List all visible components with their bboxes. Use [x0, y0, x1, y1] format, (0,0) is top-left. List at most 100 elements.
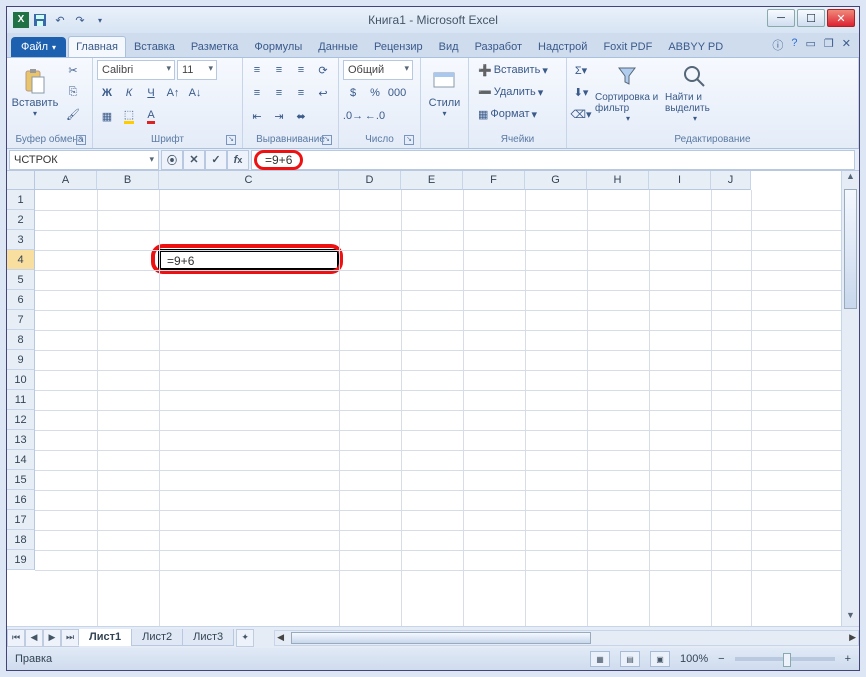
new-sheet-icon[interactable]: ✦: [236, 629, 254, 647]
tab-вставка[interactable]: Вставка: [126, 36, 183, 57]
horizontal-scrollbar[interactable]: ◀ ▶: [274, 630, 859, 646]
italic-icon[interactable]: К: [119, 83, 139, 103]
shrink-font-icon[interactable]: A↓: [185, 83, 205, 103]
sheet-tab[interactable]: Лист1: [78, 629, 132, 646]
mdi-close-icon[interactable]: ✕: [842, 37, 851, 53]
normal-view-icon[interactable]: ▦: [590, 651, 610, 667]
insert-cells-button[interactable]: ➕ Вставить ▾: [473, 60, 553, 80]
row-header[interactable]: 16: [7, 490, 35, 510]
format-painter-icon[interactable]: 🖌: [63, 104, 83, 124]
row-header[interactable]: 13: [7, 430, 35, 450]
minimize-button[interactable]: ─: [767, 9, 795, 27]
column-header[interactable]: J: [711, 171, 751, 190]
delete-cells-button[interactable]: ➖ Удалить ▾: [473, 82, 548, 102]
column-header[interactable]: E: [401, 171, 463, 190]
active-cell[interactable]: =9+6: [158, 249, 340, 271]
font-color-icon[interactable]: A: [141, 106, 161, 126]
mdi-restore-icon[interactable]: ❐: [824, 37, 834, 53]
clear-icon[interactable]: ⌫▾: [571, 104, 591, 124]
row-header[interactable]: 11: [7, 390, 35, 410]
tab-формулы[interactable]: Формулы: [246, 36, 310, 57]
formula-input[interactable]: =9+6: [251, 150, 855, 170]
help-icon[interactable]: ?: [791, 37, 797, 53]
tab-рецензир[interactable]: Рецензир: [366, 36, 431, 57]
sheet-nav-first-icon[interactable]: ⏮: [7, 629, 25, 647]
enter-formula-icon[interactable]: ✓: [205, 150, 227, 170]
align-left-icon[interactable]: ≡: [247, 83, 267, 103]
tab-foxit pdf[interactable]: Foxit PDF: [595, 36, 660, 57]
row-header[interactable]: 17: [7, 510, 35, 530]
qat-more-icon[interactable]: ▾: [91, 11, 109, 29]
row-header[interactable]: 15: [7, 470, 35, 490]
row-header[interactable]: 6: [7, 290, 35, 310]
undo-icon[interactable]: ↶: [51, 11, 69, 29]
font-size-combo[interactable]: 11: [177, 60, 217, 80]
spreadsheet-grid[interactable]: ABCDEFGHIJ 12345678910111213141516171819…: [7, 171, 859, 626]
borders-icon[interactable]: ▦: [97, 106, 117, 126]
app-icon[interactable]: [13, 12, 29, 28]
scroll-right-icon[interactable]: ▶: [849, 632, 856, 643]
name-box[interactable]: ЧСТРОК: [9, 150, 159, 170]
zoom-slider[interactable]: [735, 657, 835, 661]
orientation-icon[interactable]: ⟳: [313, 60, 333, 80]
zoom-level[interactable]: 100%: [680, 653, 708, 665]
wrap-text-icon[interactable]: ↩: [313, 83, 333, 103]
sheet-nav-prev-icon[interactable]: ◀: [25, 629, 43, 647]
align-middle-icon[interactable]: ≡: [269, 60, 289, 80]
zoom-out-icon[interactable]: −: [718, 653, 724, 665]
merge-icon[interactable]: ⬌: [291, 106, 311, 126]
cancel-formula-icon[interactable]: ✕: [183, 150, 205, 170]
copy-icon[interactable]: ⎘: [63, 82, 83, 102]
column-header[interactable]: I: [649, 171, 711, 190]
fill-icon[interactable]: ⬇▾: [571, 82, 591, 102]
column-header[interactable]: H: [587, 171, 649, 190]
range-icon[interactable]: ⦿: [161, 150, 183, 170]
tab-разработ[interactable]: Разработ: [467, 36, 530, 57]
autosum-icon[interactable]: Σ▾: [571, 60, 591, 80]
bold-icon[interactable]: Ж: [97, 83, 117, 103]
align-center-icon[interactable]: ≡: [269, 83, 289, 103]
fill-color-icon[interactable]: ⬚: [119, 106, 139, 126]
row-header[interactable]: 10: [7, 370, 35, 390]
tab-abbyy pd[interactable]: ABBYY PD: [660, 36, 731, 57]
decrease-indent-icon[interactable]: ⇤: [247, 106, 267, 126]
cut-icon[interactable]: ✂: [63, 60, 83, 80]
row-header[interactable]: 8: [7, 330, 35, 350]
column-header[interactable]: C: [159, 171, 339, 190]
align-bottom-icon[interactable]: ≡: [291, 60, 311, 80]
sheet-tab[interactable]: Лист3: [182, 629, 234, 646]
increase-decimal-icon[interactable]: .0→: [343, 106, 363, 126]
tab-главная[interactable]: Главная: [68, 36, 126, 57]
column-header[interactable]: D: [339, 171, 401, 190]
align-top-icon[interactable]: ≡: [247, 60, 267, 80]
select-all-corner[interactable]: [7, 171, 35, 190]
grow-font-icon[interactable]: A↑: [163, 83, 183, 103]
sort-filter-button[interactable]: Сортировка и фильтр▾: [595, 60, 661, 126]
tab-данные[interactable]: Данные: [310, 36, 366, 57]
redo-icon[interactable]: ↷: [71, 11, 89, 29]
tab-file[interactable]: Файл▾: [11, 37, 66, 57]
page-break-view-icon[interactable]: ▣: [650, 651, 670, 667]
row-header[interactable]: 18: [7, 530, 35, 550]
column-header[interactable]: A: [35, 171, 97, 190]
sheet-tab[interactable]: Лист2: [131, 629, 183, 646]
column-header[interactable]: G: [525, 171, 587, 190]
fx-icon[interactable]: fx: [227, 150, 249, 170]
styles-button[interactable]: Стили▾: [425, 60, 464, 126]
number-format-combo[interactable]: Общий: [343, 60, 413, 80]
decrease-decimal-icon[interactable]: ←.0: [365, 106, 385, 126]
row-header[interactable]: 7: [7, 310, 35, 330]
row-header[interactable]: 19: [7, 550, 35, 570]
save-icon[interactable]: [31, 11, 49, 29]
underline-icon[interactable]: Ч: [141, 83, 161, 103]
scroll-up-icon[interactable]: ▲: [842, 171, 859, 187]
scroll-left-icon[interactable]: ◀: [277, 632, 284, 643]
dialog-launcher-icon[interactable]: ↘: [322, 135, 332, 145]
zoom-in-icon[interactable]: +: [845, 653, 851, 665]
column-header[interactable]: F: [463, 171, 525, 190]
row-header[interactable]: 9: [7, 350, 35, 370]
increase-indent-icon[interactable]: ⇥: [269, 106, 289, 126]
dialog-launcher-icon[interactable]: ↘: [404, 135, 414, 145]
font-family-combo[interactable]: Calibri: [97, 60, 175, 80]
scroll-down-icon[interactable]: ▼: [842, 610, 859, 626]
